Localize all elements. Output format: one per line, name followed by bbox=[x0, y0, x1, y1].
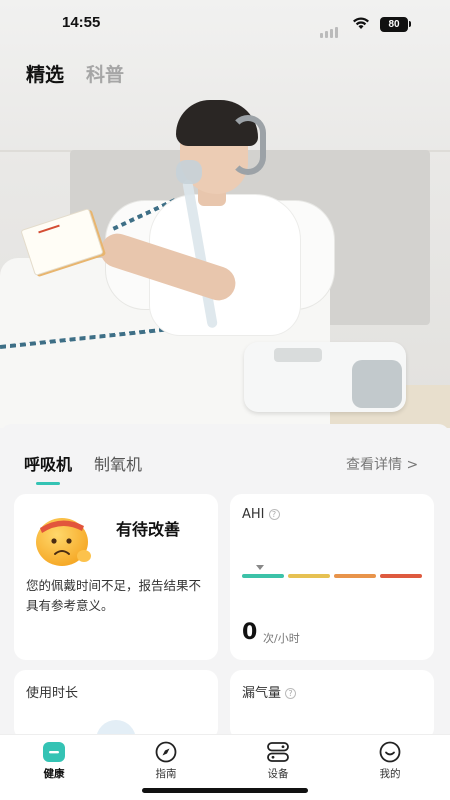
nav-label-guide: 指南 bbox=[155, 768, 177, 780]
help-icon[interactable]: ? bbox=[285, 688, 297, 699]
home-indicator[interactable] bbox=[142, 788, 308, 793]
compass-icon bbox=[155, 741, 177, 763]
cellular-signal-icon bbox=[320, 19, 340, 38]
top-tabs: 精选 科普 bbox=[26, 60, 124, 87]
leak-card[interactable]: 漏气量? bbox=[230, 670, 434, 740]
smile-icon bbox=[379, 741, 401, 763]
nav-item-health[interactable]: 健康 bbox=[24, 741, 84, 781]
status-title: 有待改善 bbox=[116, 520, 181, 539]
ahi-value: 0 bbox=[242, 620, 258, 645]
ahi-scale-mild bbox=[288, 574, 330, 578]
status-time: 14:55 bbox=[62, 14, 101, 31]
device-icon bbox=[267, 742, 289, 762]
nav-label-profile: 我的 bbox=[379, 768, 401, 780]
hero-nasal-mask bbox=[176, 160, 202, 184]
hero-mask-strap bbox=[230, 115, 266, 175]
hero-cpap-screen bbox=[274, 348, 322, 362]
nav-item-devices[interactable]: 设备 bbox=[248, 741, 308, 781]
view-details-link[interactable]: 查看详情 > bbox=[346, 454, 418, 474]
device-type-tabs: 呼吸机 制氧机 bbox=[24, 451, 142, 485]
ahi-card[interactable]: AHI? 0 次/小时 bbox=[230, 494, 434, 660]
leak-title: 漏气量 bbox=[242, 686, 282, 701]
ahi-title: AHI? bbox=[242, 507, 280, 522]
battery-tip bbox=[409, 21, 411, 27]
frowning-face-icon bbox=[36, 518, 91, 566]
ahi-scale bbox=[242, 574, 422, 578]
tab-oxygen-concentrator[interactable]: 制氧机 bbox=[94, 451, 142, 483]
leak-title-wrap: 漏气量? bbox=[242, 682, 297, 701]
tab-science[interactable]: 科普 bbox=[86, 60, 124, 87]
ahi-scale-moderate bbox=[334, 574, 376, 578]
nav-label-health: 健康 bbox=[43, 768, 65, 780]
ahi-scale-severe bbox=[380, 574, 422, 578]
battery-indicator: 80 bbox=[380, 17, 408, 32]
tab-ventilator[interactable]: 呼吸机 bbox=[24, 451, 72, 485]
status-bar: 14:55 80 bbox=[0, 0, 450, 46]
ahi-marker bbox=[256, 565, 264, 570]
usage-duration-card[interactable]: 使用时长 bbox=[14, 670, 218, 740]
nav-item-guide[interactable]: 指南 bbox=[136, 741, 196, 781]
health-icon bbox=[43, 742, 65, 762]
nav-label-devices: 设备 bbox=[267, 768, 289, 780]
hero-cpap-tank bbox=[352, 360, 402, 408]
status-description: 您的佩戴时间不足，报告结果不具有参考意义。 bbox=[26, 578, 202, 613]
tab-featured[interactable]: 精选 bbox=[26, 60, 64, 87]
ahi-unit: 次/小时 bbox=[263, 632, 300, 645]
wifi-icon bbox=[353, 17, 369, 29]
usage-status-card[interactable]: 有待改善 您的佩戴时间不足，报告结果不具有参考意义。 bbox=[14, 494, 218, 660]
ahi-label: AHI bbox=[242, 507, 265, 522]
ahi-scale-normal bbox=[242, 574, 284, 578]
help-icon[interactable]: ? bbox=[268, 509, 280, 520]
nav-item-profile[interactable]: 我的 bbox=[360, 741, 420, 781]
usage-duration-title: 使用时长 bbox=[26, 686, 79, 701]
